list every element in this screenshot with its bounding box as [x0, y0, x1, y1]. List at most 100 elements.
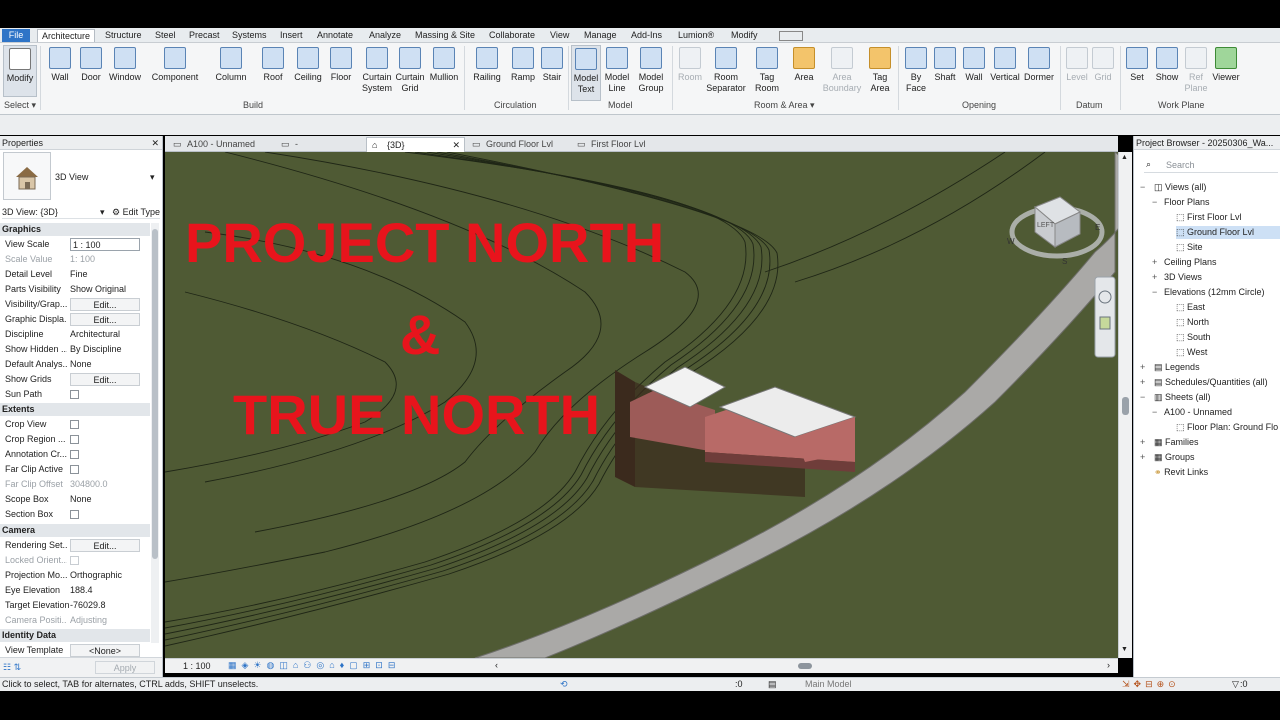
viewer-button[interactable]: Viewer — [1210, 45, 1242, 83]
type-dropdown-chevron-icon[interactable]: ▾ — [150, 172, 155, 183]
far-clip-active-checkbox[interactable] — [70, 465, 79, 475]
properties-scrollbar[interactable] — [151, 223, 159, 643]
tab-view[interactable]: View — [546, 29, 573, 42]
tab-first-floor-lvl[interactable]: ▭ First Floor Lvl — [571, 137, 675, 152]
tree-views-all[interactable]: ◫ Views (all) — [1154, 181, 1206, 194]
default-analysis-value[interactable]: None — [70, 357, 140, 372]
model-group-button[interactable]: Model Group — [636, 45, 666, 94]
area-button[interactable]: Area — [790, 45, 818, 83]
worksharing-icon[interactable]: ⟲ — [560, 678, 568, 691]
room-separator-button[interactable]: Room Separator — [704, 45, 748, 94]
tab-structure[interactable]: Structure — [101, 29, 146, 42]
tab-add-ins[interactable]: Add-Ins — [627, 29, 666, 42]
room-button[interactable]: Room — [676, 45, 704, 83]
tree-sheets[interactable]: ▥ Sheets (all) — [1154, 391, 1211, 404]
tree-floor-plans[interactable]: Floor Plans — [1164, 196, 1210, 209]
expand-icon[interactable]: + — [1140, 452, 1145, 462]
tab-manage[interactable]: Manage — [580, 29, 621, 42]
tab-collaborate[interactable]: Collaborate — [485, 29, 539, 42]
parts-visibility-value[interactable]: Show Original — [70, 282, 140, 297]
tree-site[interactable]: ⬚ Site — [1176, 241, 1203, 254]
tree-elevation-north[interactable]: ⬚ North — [1176, 316, 1209, 329]
tree-elevation-east[interactable]: ⬚ East — [1176, 301, 1205, 314]
shaft-button[interactable]: Shaft — [932, 45, 958, 83]
scroll-right-icon[interactable]: › — [1107, 660, 1110, 670]
section-extents[interactable]: Extents — [0, 403, 150, 416]
roof-button[interactable]: Roof — [260, 45, 286, 83]
tab-modify[interactable]: Modify — [727, 29, 762, 42]
scroll-up-icon[interactable]: ▲ — [1121, 154, 1128, 161]
active-model[interactable]: Main Model — [805, 678, 852, 691]
tree-ceiling-plans[interactable]: Ceiling Plans — [1164, 256, 1217, 269]
vertical-opening-button[interactable]: Vertical — [988, 45, 1022, 83]
scope-box-value[interactable]: None — [70, 492, 140, 507]
graphic-display-edit-button[interactable]: Edit... — [70, 313, 140, 326]
curtain-system-button[interactable]: Curtain System — [360, 45, 394, 94]
tree-elevation-south[interactable]: ⬚ South — [1176, 331, 1211, 344]
3d-viewport[interactable]: LEFT W S E PROJECT NORTH & TRUE NORTH — [165, 152, 1118, 658]
eye-elevation-value[interactable]: 188.4 — [70, 583, 140, 598]
tree-elevations[interactable]: Elevations (12mm Circle) — [1164, 286, 1265, 299]
annotation-crop-checkbox[interactable] — [70, 450, 79, 460]
browser-search-input[interactable]: ⌕ Search — [1144, 158, 1278, 173]
tree-schedules[interactable]: ▤ Schedules/Quantities (all) — [1154, 376, 1268, 389]
expand-icon[interactable]: + — [1152, 257, 1157, 267]
visibility-graphics-edit-button[interactable]: Edit... — [70, 298, 140, 311]
rendering-settings-edit-button[interactable]: Edit... — [70, 539, 140, 552]
tree-3d-views[interactable]: 3D Views — [1164, 271, 1202, 284]
mullion-button[interactable]: Mullion — [428, 45, 460, 83]
wall-button[interactable]: Wall — [47, 45, 73, 83]
tab-massing-site[interactable]: Massing & Site — [411, 29, 479, 42]
area-boundary-button[interactable]: Area Boundary — [820, 45, 864, 94]
apply-button[interactable]: Apply — [95, 661, 155, 674]
tab-insert[interactable]: Insert — [276, 29, 307, 42]
tag-room-button[interactable]: Tag Room — [753, 45, 781, 94]
close-tab-icon[interactable]: ✕ — [452, 138, 460, 153]
set-work-plane-button[interactable]: Set — [1124, 45, 1150, 83]
section-graphics[interactable]: Graphics — [0, 223, 150, 236]
tree-families[interactable]: ▦ Families — [1154, 436, 1199, 449]
tab-untitled[interactable]: ▭ - — [275, 137, 365, 152]
view-template-button[interactable]: <None> — [70, 644, 140, 657]
tab-analyze[interactable]: Analyze — [365, 29, 405, 42]
tag-area-button[interactable]: Tag Area — [866, 45, 894, 94]
tab-ground-floor-lvl[interactable]: ▭ Ground Floor Lvl — [466, 137, 570, 152]
wall-opening-button[interactable]: Wall — [961, 45, 987, 83]
collapse-icon[interactable]: − — [1140, 392, 1145, 402]
tab-precast[interactable]: Precast — [185, 29, 224, 42]
expand-icon[interactable]: + — [1140, 362, 1145, 372]
tab-3d-view[interactable]: ⌂ {3D} ✕ — [366, 137, 465, 152]
tree-elevation-west[interactable]: ⬚ West — [1176, 346, 1207, 359]
ceiling-button[interactable]: Ceiling — [292, 45, 324, 83]
tab-file[interactable]: File — [2, 29, 30, 42]
section-box-checkbox[interactable] — [70, 510, 79, 520]
close-icon[interactable]: ✕ — [151, 136, 159, 150]
expand-icon[interactable]: + — [1140, 377, 1145, 387]
tab-architecture[interactable]: Architecture — [37, 29, 96, 42]
crop-region-visible-checkbox[interactable] — [70, 435, 79, 445]
crop-view-checkbox[interactable] — [70, 420, 79, 430]
door-button[interactable]: Door — [78, 45, 104, 83]
railing-button[interactable]: Railing — [470, 45, 504, 83]
detail-level-value[interactable]: Fine — [70, 267, 140, 282]
stair-button[interactable]: Stair — [539, 45, 565, 83]
tree-sheet-a100[interactable]: A100 - Unnamed — [1164, 406, 1232, 419]
tree-ground-floor-lvl[interactable]: ⬚ Ground Floor Lvl — [1176, 226, 1280, 239]
tree-groups[interactable]: ▦ Groups — [1154, 451, 1195, 464]
tab-lumion[interactable]: Lumion® — [674, 29, 718, 42]
expand-icon[interactable]: + — [1140, 437, 1145, 447]
tab-steel[interactable]: Steel — [151, 29, 180, 42]
expand-icon[interactable]: + — [1152, 272, 1157, 282]
instance-selector[interactable]: 3D View: {3D} — [2, 207, 58, 217]
section-camera[interactable]: Camera — [0, 524, 150, 537]
grid-button[interactable]: Grid — [1091, 45, 1115, 83]
ribbon-toggle-icon[interactable] — [779, 31, 803, 41]
tree-first-floor-lvl[interactable]: ⬚ First Floor Lvl — [1176, 211, 1242, 224]
window-button[interactable]: Window — [107, 45, 143, 83]
scroll-thumb[interactable] — [1122, 397, 1129, 415]
view-scale-input[interactable]: 1 : 100 — [70, 238, 140, 251]
show-grids-edit-button[interactable]: Edit... — [70, 373, 140, 386]
component-button[interactable]: Component — [150, 45, 200, 83]
curtain-grid-button[interactable]: Curtain Grid — [395, 45, 425, 94]
view-scale-control[interactable]: 1 : 100 — [183, 661, 211, 671]
